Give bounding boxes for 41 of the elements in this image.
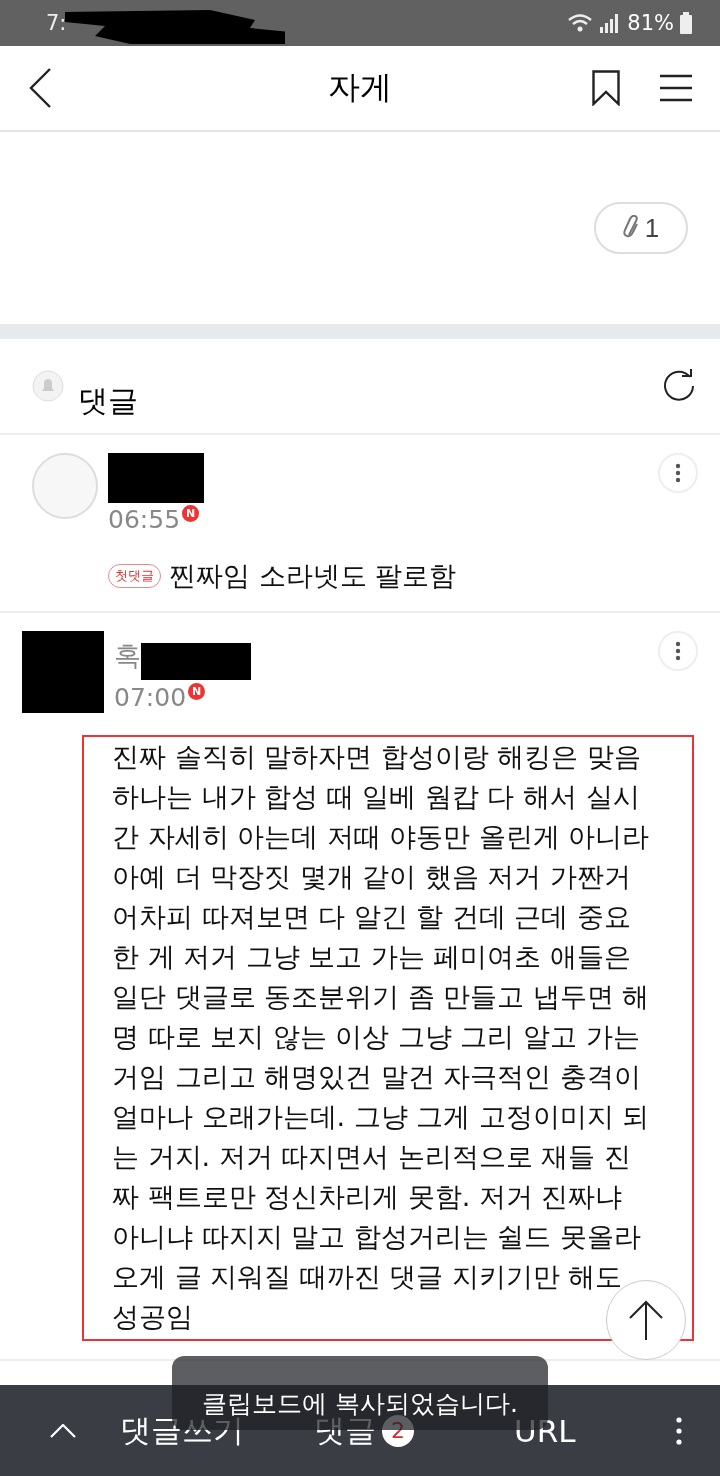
battery-percent: 81% [627, 11, 674, 35]
comment-text: 하나는 내가 합성 때 일베 웜캅 다 해서 실시 [112, 780, 640, 814]
chevron-up-icon[interactable] [50, 1423, 76, 1438]
comment-text: 성공임 [112, 1300, 193, 1334]
arrow-up-icon [628, 1300, 664, 1340]
more-icon [675, 463, 681, 483]
battery-icon [680, 12, 692, 34]
comment-text: 한 게 저거 그냥 보고 가는 페미여초 애들은 [112, 940, 632, 974]
url-button[interactable]: URL [514, 1412, 576, 1449]
comment-text: 아니냐 따지지 말고 합성거리는 쉴드 못올라 [112, 1220, 641, 1254]
comment-text: 진짜 솔직히 말하자면 합성이랑 해킹은 맞음 [112, 740, 641, 774]
comment-text: 명 따로 보지 않는 이상 그냥 그리 알고 가는 [112, 1020, 640, 1054]
comment-text: 얼마나 오래가는데. 그냥 그게 고정이미지 되 [112, 1100, 650, 1134]
comment-time: 07:00 [114, 683, 187, 712]
refresh-icon[interactable] [662, 369, 696, 403]
more-options-button[interactable] [658, 453, 698, 493]
comment-text: 는 거지. 저거 따지면서 논리적으로 재들 진 [112, 1140, 632, 1174]
menu-icon[interactable] [660, 74, 692, 102]
comment-text: 찐짜임 소라넷도 팔로함 [169, 559, 457, 593]
more-icon [675, 641, 681, 661]
comment-time: 06:55 [108, 505, 181, 534]
comment-text: 간 자세히 아는데 저때 야동만 올린게 아니라 [112, 820, 650, 854]
comment-text: 짜 팩트로만 정신차리게 못함. 저거 진짜냐 [112, 1180, 623, 1214]
page-title: 자게 [328, 68, 392, 106]
more-button[interactable] [676, 1416, 682, 1445]
new-badge: N [182, 505, 200, 522]
new-badge: N [188, 683, 206, 700]
comment-text: 아예 더 막장짓 몇개 같이 했음 저거 가짠거 [112, 860, 632, 894]
more-icon [676, 1416, 682, 1445]
status-time: 7: [46, 11, 67, 35]
wifi-icon [567, 13, 594, 33]
comment-text: 일단 댓글로 동조분위기 좀 만들고 냅두면 해 [112, 980, 650, 1014]
comment-text: 어차피 따져보면 다 알긴 할 건데 근데 중요 [112, 900, 632, 934]
attachment-button[interactable]: 1 [594, 202, 688, 254]
section-title: 댓글 [78, 381, 138, 420]
bookmark-icon[interactable] [592, 70, 620, 106]
more-options-button[interactable] [658, 631, 698, 671]
author-name: 혹 [114, 639, 141, 673]
back-icon[interactable] [28, 68, 52, 108]
comment-text: 오게 글 지워질 때까진 댓글 지키기만 해도 [112, 1260, 623, 1294]
comment-text: 거임 그리고 해명있건 말건 자극적인 충격이 [112, 1060, 641, 1094]
